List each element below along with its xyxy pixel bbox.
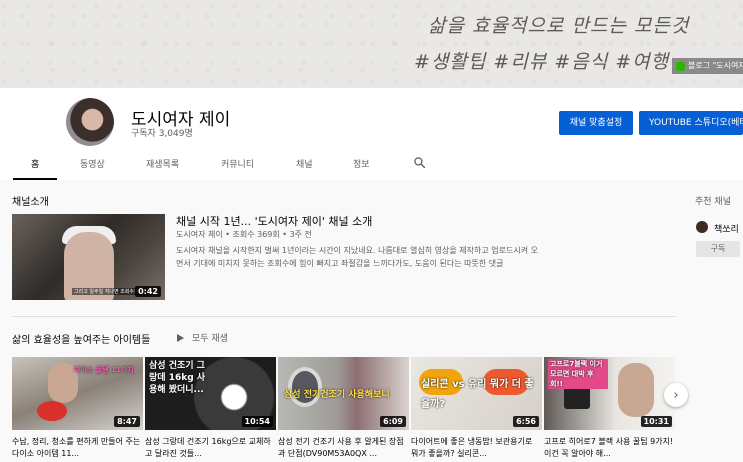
video-title[interactable]: 고프로 히어로7 블랙 사용 꿀팁 9가지! 이건 꼭 알아야 해... [544, 436, 675, 460]
chevron-right-icon: › [673, 387, 679, 403]
play-all-button[interactable]: 모두 재생 [177, 331, 228, 344]
trailer-section-title: 채널소개 [12, 197, 49, 208]
video-duration: 10:54 [241, 416, 273, 427]
video-duration: 8:47 [114, 416, 140, 427]
tab-about[interactable]: 정보 [353, 157, 370, 170]
channel-banner: 삶을 효율적으로 만드는 모든것 #생활팁 #리뷰 #음식 #여행 블로그 "도… [0, 0, 743, 88]
featured-channel-avatar[interactable] [696, 221, 708, 233]
tab-videos[interactable]: 동영상 [80, 157, 105, 170]
video-duration: 6:56 [513, 416, 539, 427]
trailer-thumbnail[interactable]: 그리고 일주일 지나면 조회수가 0:42 [12, 214, 165, 300]
banner-link-label: 블로그 "도시여자" [688, 61, 743, 70]
subscriber-count: 구독자 3,049명 [131, 129, 193, 139]
trailer-description: 도시여자 채널을 시작한지 벌써 1년이라는 시간이 지났네요. 나름대로 열심… [176, 246, 538, 268]
banner-line-1: 삶을 효율적으로 만드는 모든것 [428, 15, 690, 37]
thumb-overlay-text: 삼성 건조기 그랑데 16kg 사용해 봤더니... [149, 361, 206, 395]
channel-avatar[interactable] [66, 98, 114, 146]
tab-community[interactable]: 커뮤니티 [221, 157, 254, 170]
video-card[interactable]: 삼성 전기건조기 사용해보니 6:09 삼성 전기 건조기 사용 후 알게된 장… [278, 357, 409, 460]
video-card[interactable]: 다이소 꿀템 11가지 8:47 수납, 정리, 청소를 편하게 만들어 주는 … [12, 357, 143, 460]
video-title[interactable]: 삼성 전기 건조기 사용 후 알게된 장점과 단점(DV90M53A0QX ..… [278, 436, 409, 460]
channel-tabs: 홈 동영상 재생목록 커뮤니티 채널 정보 [0, 150, 743, 180]
play-icon [177, 333, 184, 342]
shelf-title[interactable]: 삶의 효율성을 높여주는 아이템들 [12, 331, 150, 346]
video-card[interactable]: 고프로7블랙 이거 모르면 대박 후회!! 10:31 고프로 히어로7 블랙 … [544, 357, 675, 460]
shelf-next-button[interactable]: › [664, 383, 688, 407]
featured-channel-name[interactable]: 책쏘리 [714, 222, 739, 235]
thumb-overlay-text: 실리콘 vs 유리 뭐가 더 좋을까? [421, 379, 534, 410]
featured-channels-title: 주천 채널 [695, 197, 731, 207]
customize-channel-button[interactable]: 채널 맞춤설정 [559, 111, 633, 135]
tab-home[interactable]: 홈 [31, 157, 39, 170]
banner-blog-link[interactable]: 블로그 "도시여자" [672, 58, 743, 74]
featured-subscribe-button[interactable]: 구독 [696, 241, 740, 257]
video-duration: 6:09 [380, 416, 406, 427]
trailer-duration: 0:42 [135, 286, 161, 297]
play-all-label: 모두 재생 [192, 334, 228, 344]
video-title[interactable]: 수납, 정리, 청소를 편하게 만들어 주는 다이소 아이템 11... [12, 436, 143, 460]
studio-button[interactable]: YOUTUBE 스튜디오(베타) [639, 111, 743, 135]
video-thumbnail[interactable]: 삼성 건조기 그랑데 16kg 사용해 봤더니... 10:54 [145, 357, 276, 430]
section-divider [12, 316, 676, 317]
video-duration: 10:31 [640, 416, 672, 427]
video-card[interactable]: 삼성 건조기 그랑데 16kg 사용해 봤더니... 10:54 삼성 그랑데 … [145, 357, 276, 460]
thumb-caption: 그리고 일주일 지나면 조회수가 [72, 288, 141, 295]
video-card[interactable]: 실리콘 vs 유리 뭐가 더 좋을까? 6:56 다이어트에 좋은 냉동밥! 보… [411, 357, 542, 460]
blog-icon [676, 61, 685, 71]
tab-channels[interactable]: 채널 [296, 157, 313, 170]
trailer-meta: 도시여자 제이 • 조회수 369회 • 3주 전 [176, 230, 312, 239]
tab-playlists[interactable]: 재생목록 [146, 157, 179, 170]
thumb-overlay-text: 삼성 전기건조기 사용해보니 [284, 390, 390, 400]
video-title[interactable]: 삼성 그랑데 건조기 16kg으로 교체하고 달라진 것들... [145, 436, 276, 460]
video-thumbnail[interactable]: 다이소 꿀템 11가지 8:47 [12, 357, 143, 430]
trailer-title[interactable]: 채널 시작 1년... '도시여자 제이' 채널 소개 [176, 213, 372, 229]
channel-header: 도시여자 제이 구독자 3,049명 채널 맞춤설정 YOUTUBE 스튜디오(… [0, 88, 743, 180]
search-icon[interactable] [413, 156, 426, 169]
banner-line-2: #생활팁 #리뷰 #음식 #여행 [414, 51, 670, 73]
video-title[interactable]: 다이어트에 좋은 냉동밥! 보관용기로 뭐가 좋을까? 실리콘... [411, 436, 542, 460]
video-thumbnail[interactable]: 고프로7블랙 이거 모르면 대박 후회!! 10:31 [544, 357, 675, 430]
video-thumbnail[interactable]: 삼성 전기건조기 사용해보니 6:09 [278, 357, 409, 430]
thumb-overlay-text: 고프로7블랙 이거 모르면 대박 후회!! [548, 359, 608, 389]
video-thumbnail[interactable]: 실리콘 vs 유리 뭐가 더 좋을까? 6:56 [411, 357, 542, 430]
thumb-overlay-text: 다이소 꿀템 11가지 [74, 366, 134, 374]
active-tab-indicator [13, 178, 57, 180]
